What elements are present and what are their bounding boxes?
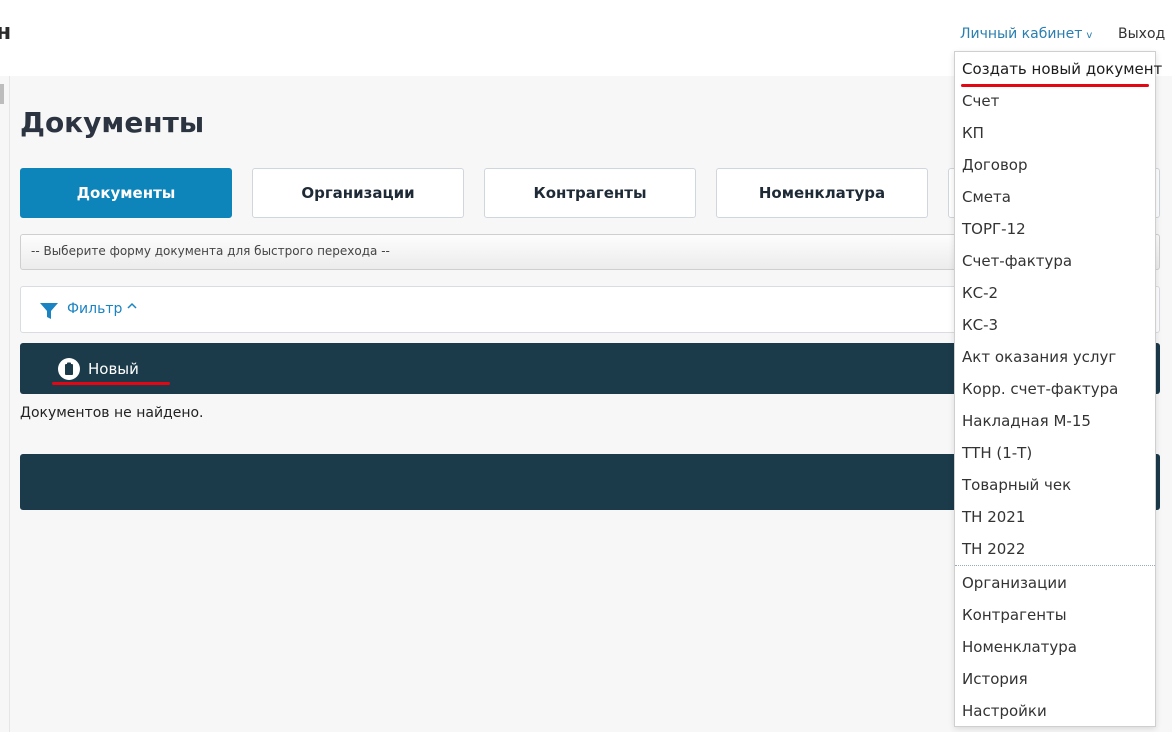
highlight-underline [961,84,1149,87]
dropdown-item-invoice[interactable]: Счет [962,92,999,110]
new-document-button[interactable]: Новый [58,355,139,383]
dropdown-item-ks-2[interactable]: КС-2 [962,284,998,302]
empty-state-message: Документов не найдено. [20,405,204,421]
dropdown-item-organizations[interactable]: Организации [962,574,1067,592]
logout-link[interactable]: Выход [1118,26,1165,42]
dropdown-item-ks-3[interactable]: КС-3 [962,316,998,334]
dropdown-item-counterparties[interactable]: Контрагенты [962,606,1067,624]
tab-counterparties[interactable]: Контрагенты [484,168,696,218]
dropdown-item-nomenclature[interactable]: Номенклатура [962,638,1077,656]
dropdown-item-waybill-m15[interactable]: Накладная М-15 [962,412,1091,430]
dropdown-item-torg-12[interactable]: ТОРГ-12 [962,220,1026,238]
dropdown-item-settings[interactable]: Настройки [962,702,1047,720]
dropdown-header-create-document[interactable]: Создать новый документ [962,60,1162,78]
chevron-up-icon [127,300,137,314]
dropdown-divider [955,565,1155,566]
sidebar-toggle-handle[interactable] [0,84,4,104]
clipboard-icon [58,358,80,380]
new-document-label: Новый [88,360,139,378]
dropdown-item-tn-2021[interactable]: ТН 2021 [962,508,1025,526]
account-dropdown-menu: Создать новый документ Счет КП Договор С… [954,51,1162,727]
page-title: Документы [20,106,205,139]
dropdown-item-ttn[interactable]: ТТН (1-Т) [962,444,1032,462]
brand-logo[interactable]: н [0,20,11,45]
content-divider [9,76,10,732]
dropdown-item-history[interactable]: История [962,670,1028,688]
dropdown-item-contract[interactable]: Договор [962,156,1028,174]
dropdown-item-tax-invoice[interactable]: Счет-фактура [962,252,1072,270]
dropdown-item-tn-2022[interactable]: ТН 2022 [962,540,1025,558]
dropdown-item-estimate[interactable]: Смета [962,188,1011,206]
tab-documents[interactable]: Документы [20,168,232,218]
highlight-underline [52,382,170,385]
filter-toggle-label[interactable]: Фильтр [67,301,122,317]
dropdown-item-corr-tax-invoice[interactable]: Корр. счет-фактура [962,380,1118,398]
dropdown-item-sales-receipt[interactable]: Товарный чек [962,476,1071,494]
tab-nomenclature[interactable]: Номенклатура [716,168,928,218]
tab-organizations[interactable]: Организации [252,168,464,218]
dropdown-item-commercial-offer[interactable]: КП [962,124,984,142]
account-menu-link[interactable]: Личный кабинет v [960,26,1092,42]
dropdown-item-service-act[interactable]: Акт оказания услуг [962,348,1116,366]
account-menu-label: Личный кабинет [960,26,1083,42]
funnel-icon [40,303,58,319]
chevron-down-icon: v [1086,30,1093,41]
